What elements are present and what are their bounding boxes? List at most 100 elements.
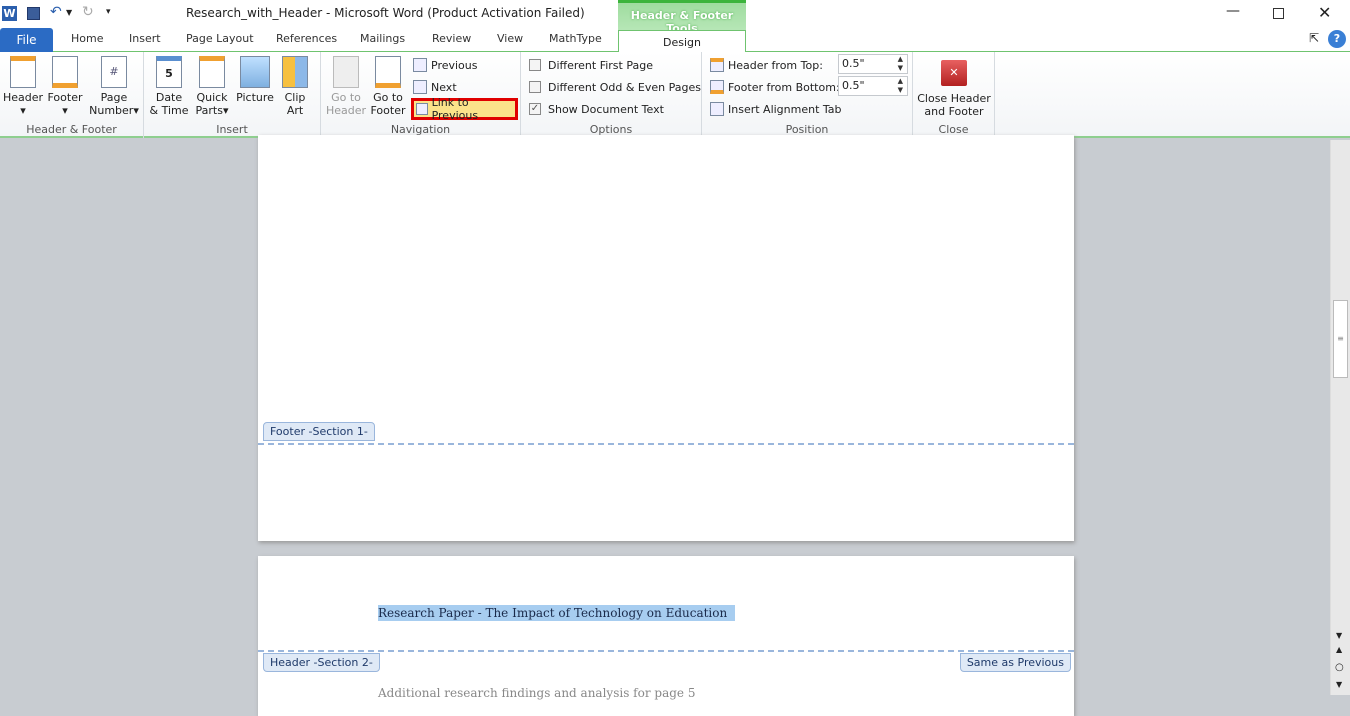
- label: Previous: [431, 58, 478, 72]
- label: and Footer: [924, 105, 984, 118]
- alignment-tab-icon: [710, 102, 724, 116]
- page-section-2[interactable]: Research Paper - The Impact of Technolog…: [258, 556, 1074, 716]
- undo-dropdown-icon[interactable]: ▼: [66, 8, 72, 17]
- quick-parts-icon: [199, 56, 225, 88]
- label: Different Odd & Even Pages: [548, 80, 701, 94]
- footer-from-bottom-label: Footer from Bottom:: [710, 77, 840, 97]
- value: 0.5": [842, 57, 865, 70]
- label: Go to: [373, 91, 403, 104]
- ribbon: Header ▾ Footer ▾ # Page Number▾ Header & Fo…: [0, 52, 1350, 138]
- clip-art-icon: [282, 56, 308, 88]
- clip-art-button[interactable]: Clip Art: [278, 56, 312, 117]
- picture-icon: [240, 56, 270, 88]
- label: Art: [286, 104, 304, 117]
- group-insert: 5 Date & Time Quick Parts▾ Picture Clip Art …: [144, 52, 321, 138]
- page-number-icon: #: [101, 56, 127, 88]
- label: Page: [100, 91, 128, 104]
- help-icon[interactable]: ?: [1328, 30, 1346, 48]
- pin-ribbon-icon[interactable]: ⇱: [1309, 31, 1319, 45]
- word-app-icon[interactable]: W: [2, 6, 17, 21]
- different-first-page-checkbox[interactable]: Different First Page: [529, 55, 653, 75]
- redo-icon[interactable]: ↻: [82, 4, 94, 20]
- header-from-top-label: Header from Top:: [710, 55, 823, 75]
- customize-toolbar-icon[interactable]: ▾: [106, 7, 111, 17]
- go-to-footer-icon: [375, 56, 401, 88]
- quick-parts-button[interactable]: Quick Parts▾: [192, 56, 232, 117]
- save-icon[interactable]: [27, 7, 40, 20]
- link-to-previous-icon: [416, 103, 428, 115]
- group-navigation: Go to Header Go to Footer Previous Next Li…: [321, 52, 521, 138]
- tab-page-layout[interactable]: Page Layout: [186, 32, 254, 45]
- label: Show Document Text: [548, 102, 664, 116]
- page-number-button[interactable]: # Page Number▾: [88, 56, 140, 117]
- body-text[interactable]: Additional research findings and analysi…: [378, 686, 695, 700]
- next-icon: [413, 80, 427, 94]
- footer-icon: [52, 56, 78, 88]
- header-icon: [10, 56, 36, 88]
- close-button[interactable]: ✕: [1318, 3, 1331, 22]
- checkbox[interactable]: [529, 59, 541, 71]
- window-title: Research_with_Header - Microsoft Word (P…: [186, 6, 585, 20]
- tab-mailings[interactable]: Mailings: [360, 32, 405, 45]
- spinner-arrows[interactable]: ▲ ▼: [898, 77, 903, 95]
- next-button[interactable]: Next: [413, 77, 457, 97]
- previous-icon: [413, 58, 427, 72]
- insert-alignment-tab-button[interactable]: Insert Alignment Tab: [710, 99, 842, 119]
- footer-button[interactable]: Footer ▾: [45, 56, 85, 117]
- header-from-top-spinner[interactable]: 0.5" ▲ ▼: [838, 54, 908, 74]
- tab-review[interactable]: Review: [432, 32, 471, 45]
- footer-section-1-label: Footer -Section 1-: [263, 422, 375, 441]
- picture-button[interactable]: Picture: [234, 56, 276, 104]
- group-options: Different First Page Different Odd & Eve…: [521, 52, 702, 138]
- previous-button[interactable]: Previous: [413, 55, 478, 75]
- minimize-button[interactable]: —: [1226, 3, 1240, 19]
- footer-position-icon: [710, 80, 724, 94]
- go-to-footer-button[interactable]: Go to Footer: [368, 56, 408, 117]
- undo-icon[interactable]: ↶: [50, 4, 62, 20]
- date-time-button[interactable]: 5 Date & Time: [148, 56, 190, 117]
- vertical-scrollbar[interactable]: ≡ ▼ ▲ ○ ▼: [1330, 140, 1350, 695]
- spinner-arrows[interactable]: ▲ ▼: [898, 55, 903, 73]
- header-position-icon: [710, 58, 724, 72]
- value: 0.5": [842, 79, 865, 92]
- close-header-footer-button[interactable]: ✕ Close Header and Footer: [916, 60, 992, 118]
- label: Picture: [236, 91, 274, 104]
- scroll-down-arrow[interactable]: ▼: [1336, 631, 1342, 640]
- different-odd-even-checkbox[interactable]: Different Odd & Even Pages: [529, 77, 701, 97]
- scroll-thumb[interactable]: ≡: [1333, 300, 1348, 378]
- page-section-1[interactable]: Footer -Section 1-: [258, 135, 1074, 541]
- previous-page-icon[interactable]: ▲: [1336, 645, 1342, 654]
- label: Header from Top:: [728, 58, 823, 72]
- checkbox[interactable]: [529, 81, 541, 93]
- label: Footer: [370, 104, 406, 117]
- close-red-x-icon: ✕: [941, 60, 967, 86]
- footer-from-bottom-spinner[interactable]: 0.5" ▲ ▼: [838, 76, 908, 96]
- header-text[interactable]: Research Paper - The Impact of Technolog…: [378, 605, 736, 621]
- show-document-text-checkbox[interactable]: ✓ Show Document Text: [529, 99, 664, 119]
- label: Different First Page: [548, 58, 653, 72]
- checkbox-checked[interactable]: ✓: [529, 103, 541, 115]
- label: & Time: [149, 104, 189, 117]
- tab-home[interactable]: Home: [71, 32, 103, 45]
- go-to-header-button[interactable]: Go to Header: [326, 56, 366, 117]
- document-area: Footer -Section 1- Research Paper - The …: [0, 135, 1330, 716]
- label: Header: [3, 91, 44, 104]
- next-page-icon[interactable]: ▼: [1336, 680, 1342, 689]
- label: Close Header: [917, 92, 991, 105]
- tab-view[interactable]: View: [497, 32, 523, 45]
- link-to-previous-button[interactable]: Link to Previous: [411, 96, 518, 122]
- label: Date: [155, 91, 183, 104]
- header-button[interactable]: Header ▾: [3, 56, 43, 117]
- tab-insert[interactable]: Insert: [129, 32, 161, 45]
- label: Footer: [47, 91, 83, 104]
- select-browse-object-icon[interactable]: ○: [1335, 662, 1344, 673]
- tab-file[interactable]: File: [0, 28, 53, 52]
- tab-mathtype[interactable]: MathType: [549, 32, 602, 45]
- label: Footer from Bottom:: [728, 80, 840, 94]
- group-label: Header & Footer: [26, 123, 117, 136]
- label: Parts: [195, 104, 223, 117]
- maximize-button[interactable]: [1273, 8, 1284, 19]
- group-position: Header from Top: 0.5" ▲ ▼ Footer from Bott…: [702, 52, 913, 138]
- label: Next: [431, 80, 457, 94]
- tab-references[interactable]: References: [276, 32, 337, 45]
